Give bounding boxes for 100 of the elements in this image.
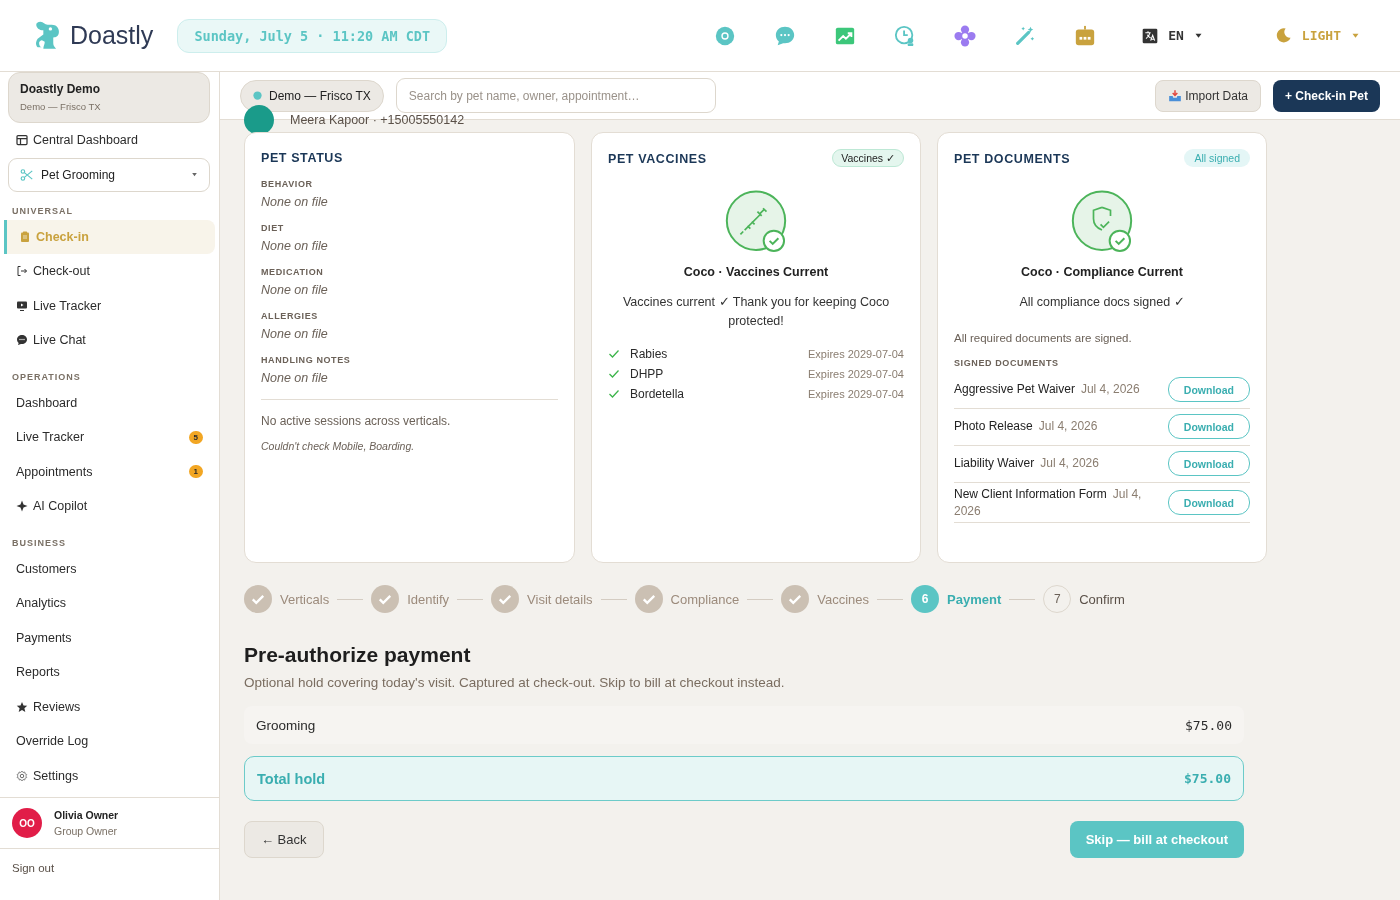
- sessions-text: No active sessions across verticals.: [261, 414, 452, 428]
- chat-button[interactable]: [774, 24, 797, 47]
- nav-label: Central Dashboard: [33, 133, 138, 148]
- nav-item[interactable]: Live Chat: [4, 323, 215, 358]
- org-location: Demo — Frisco TX: [20, 101, 102, 112]
- field-value: None on file: [261, 283, 329, 297]
- vaccine-name: DHPP: [630, 366, 665, 381]
- flower-glyph-icon: [954, 24, 977, 47]
- nav-item[interactable]: Override Log: [4, 724, 215, 759]
- check-circle-icon: [371, 585, 400, 613]
- brand-name: Doastly: [70, 21, 154, 50]
- back-button[interactable]: ← Back: [244, 821, 324, 858]
- chat-glyph-icon: [774, 24, 797, 47]
- support-glyph-icon: [714, 24, 737, 47]
- magic-wand-glyph-icon: [1014, 24, 1037, 47]
- caret-icon: [191, 171, 198, 178]
- section-heading: BUSINESS: [11, 537, 67, 548]
- check-icon: [608, 387, 620, 400]
- document-entry: Liability Waiver Jul 4, 2026: [954, 455, 1100, 473]
- magic-wand-button[interactable]: [1014, 24, 1037, 47]
- user-name: Olivia Owner: [54, 809, 119, 821]
- section-heading: OPERATIONS: [11, 371, 82, 382]
- step-indicator: 7 Confirm: [1043, 585, 1125, 613]
- card-title: PET VACCINES: [608, 152, 707, 166]
- step-indicator: Visit details: [491, 585, 593, 613]
- user-avatar: OO: [12, 808, 42, 838]
- sign-out-link[interactable]: Sign out: [12, 862, 55, 874]
- status-heading: Coco · Compliance Current: [1020, 265, 1184, 279]
- nav-item[interactable]: Check-out: [4, 254, 215, 289]
- status-message: Vaccines current ✓ Thank you for keeping Coco protected!: [621, 294, 891, 330]
- status-message: All compliance docs signed ✓: [1018, 294, 1186, 311]
- user-role: Group Owner: [54, 825, 119, 837]
- field-value: None on file: [261, 195, 329, 209]
- document-entry: Aggressive Pet Waiver Jul 4, 2026: [954, 381, 1141, 399]
- search-field[interactable]: Search by pet name, owner, appointment…: [395, 78, 716, 113]
- page-title: Pre-authorize payment: [244, 643, 472, 667]
- nav-item[interactable]: Customers: [4, 551, 215, 586]
- vertical-dropdown[interactable]: Pet Grooming: [8, 157, 210, 192]
- nav-item[interactable]: Analytics: [4, 586, 215, 621]
- moon-icon: [1274, 27, 1292, 44]
- date-time-display: Sunday, July 5 · 11:20 AM CDT: [177, 18, 448, 53]
- robot-button[interactable]: [1074, 24, 1097, 47]
- field-label: DIET: [261, 223, 285, 233]
- field-label: MEDICATION: [261, 267, 325, 277]
- document-entry: New Client Information Form Jul 4, 2026: [954, 485, 1143, 520]
- note-text: All required documents are signed.: [954, 331, 1133, 344]
- support-button[interactable]: [714, 24, 737, 47]
- avatar-circle-icon: [244, 105, 274, 135]
- scissors-icon: [20, 167, 34, 182]
- vaccine-name: Bordetella: [630, 386, 686, 401]
- location-selector[interactable]: Demo — Frisco TX: [240, 79, 384, 112]
- check-circle-icon: [781, 585, 810, 613]
- nav-item[interactable]: Appointments 1: [4, 454, 215, 489]
- exit-icon: [16, 265, 28, 278]
- import-button[interactable]: Import Data: [1155, 79, 1261, 112]
- caret-icon: [1193, 31, 1203, 40]
- field-label: BEHAVIOR: [261, 179, 314, 189]
- customer-info: Meera Kapoor · +15005550142: [290, 113, 465, 127]
- gear-icon: [16, 769, 28, 782]
- nav-link[interactable]: Central Dashboard: [4, 123, 215, 158]
- step-indicator: Vaccines: [781, 585, 870, 613]
- status-heading: Coco · Vaccines Current: [682, 265, 830, 279]
- monitor-icon: [16, 299, 28, 312]
- count-badge: 5: [188, 430, 203, 444]
- total-label: Total hold: [257, 770, 326, 787]
- check-in-button[interactable]: + Check-in Pet: [1272, 79, 1380, 112]
- vaccine-expiry: Expires 2029-07-04: [808, 367, 904, 380]
- flower-button[interactable]: [954, 24, 977, 47]
- field-label: HANDLING NOTES: [261, 355, 352, 365]
- nav-item[interactable]: Dashboard: [4, 385, 215, 420]
- card-title: PET DOCUMENTS: [954, 152, 1071, 166]
- org-name: Doastly Demo: [20, 82, 102, 96]
- line-item-label: Grooming: [256, 717, 316, 733]
- nav-item[interactable]: Reports: [4, 655, 215, 690]
- nav-item[interactable]: Live Tracker: [4, 288, 215, 323]
- section-heading: UNIVERSAL: [11, 205, 74, 216]
- nav-item[interactable]: Payments: [4, 620, 215, 655]
- list-heading: SIGNED DOCUMENTS: [954, 357, 1060, 368]
- line-item-amount: $75.00: [1185, 717, 1232, 733]
- layout-icon: [16, 134, 28, 147]
- check-icon: [608, 367, 620, 380]
- step-indicator: Verticals: [244, 585, 330, 613]
- nav-item[interactable]: Live Tracker 5: [4, 420, 215, 455]
- document-entry: Photo Release Jul 4, 2026: [954, 418, 1099, 436]
- nav-item[interactable]: Reviews: [4, 689, 215, 724]
- vaccine-name: Rabies: [630, 346, 669, 361]
- language-selector[interactable]: EN: [1136, 26, 1209, 45]
- caret-icon: [1351, 31, 1360, 40]
- status-badge: All signed: [1184, 149, 1250, 167]
- star-icon: [16, 700, 28, 713]
- check-circle-icon: [634, 585, 663, 613]
- page-subtitle: Optional hold covering today's visit. Captured at check-out. Skip to bill at checkout instead.: [244, 675, 786, 690]
- nav-item[interactable]: AI Copilot: [4, 489, 215, 524]
- translate-icon: [1142, 27, 1159, 44]
- nav-item[interactable]: Settings: [4, 758, 215, 793]
- org-switcher[interactable]: Doastly Demo Demo — Frisco TX: [8, 72, 210, 123]
- check-circle-icon: [491, 585, 520, 613]
- step-indicator: 6 Payment: [911, 585, 1002, 613]
- field-value: None on file: [261, 371, 329, 385]
- step-number: 6: [911, 585, 940, 613]
